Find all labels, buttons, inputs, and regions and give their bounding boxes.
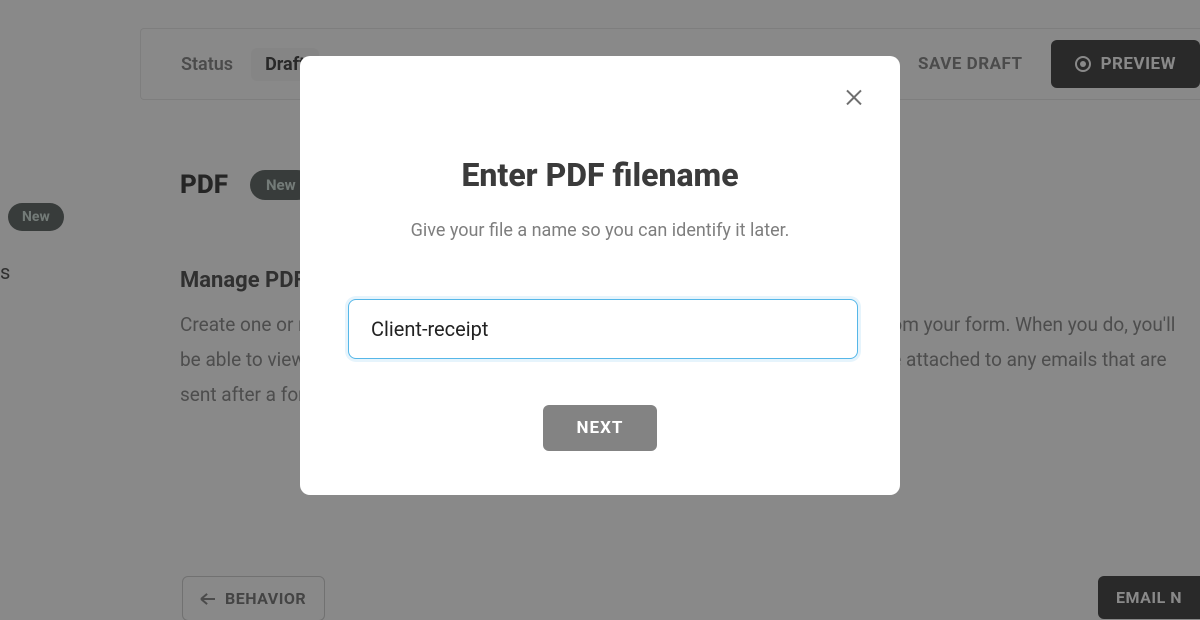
pdf-filename-modal: Enter PDF filename Give your file a name…	[300, 56, 900, 495]
modal-title: Enter PDF filename	[348, 156, 852, 194]
modal-subtitle: Give your file a name so you can identif…	[348, 220, 852, 241]
next-button[interactable]: NEXT	[543, 405, 658, 451]
close-icon[interactable]	[842, 84, 866, 108]
pdf-filename-input[interactable]	[348, 299, 858, 359]
